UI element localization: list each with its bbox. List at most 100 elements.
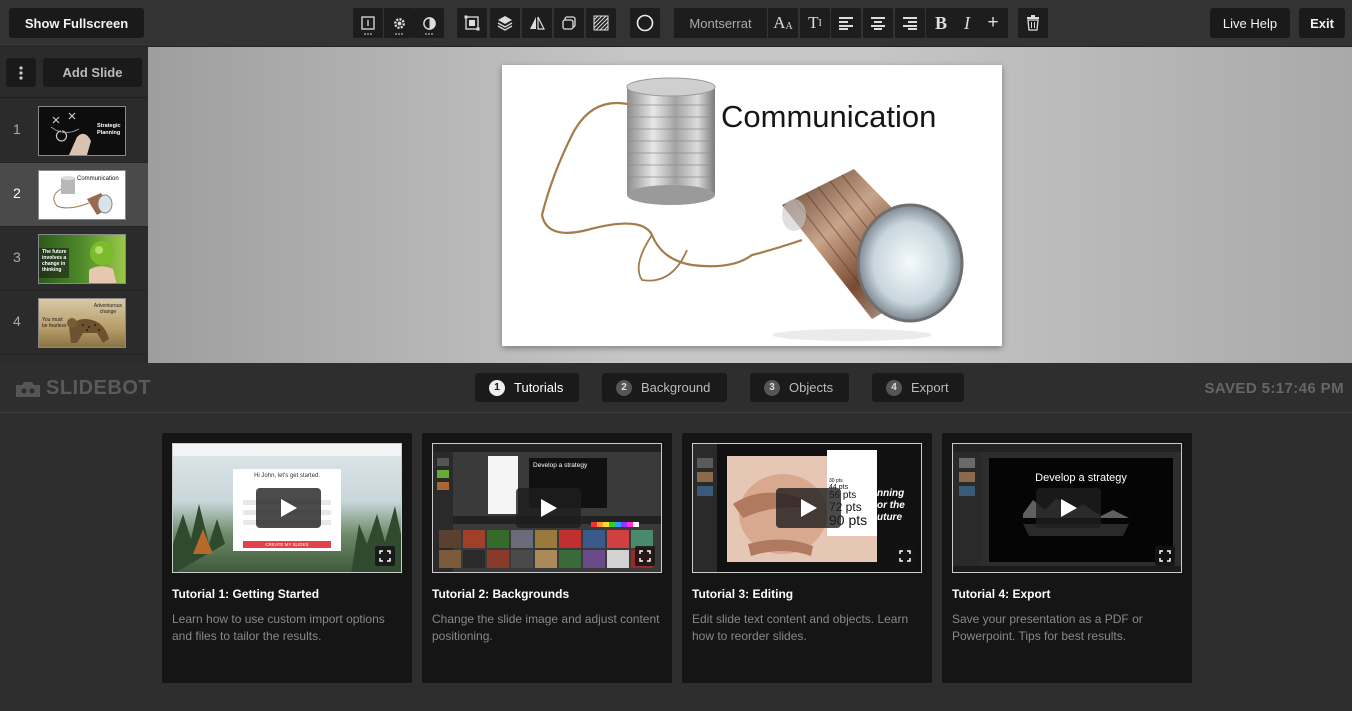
tab-tutorials[interactable]: 1 Tutorials xyxy=(475,373,579,402)
preview-heading: Develop a strategy xyxy=(1035,472,1127,484)
play-icon xyxy=(540,499,557,517)
slide-thumbnail: Strategic Planning xyxy=(38,106,126,156)
slide-thumb-caption: Strategic xyxy=(97,123,121,129)
slide-thumb-caption: Planning xyxy=(97,130,121,136)
slide-number: 2 xyxy=(13,185,21,201)
pattern-icon[interactable] xyxy=(586,8,616,38)
tab-label: Background xyxy=(641,380,711,395)
slide-canvas-area: Communication xyxy=(148,47,1352,363)
image-box-icon[interactable] xyxy=(457,8,487,38)
add-slide-button[interactable]: Add Slide xyxy=(43,58,142,87)
slide-thumb-caption: Communication xyxy=(77,176,119,182)
play-button[interactable] xyxy=(1036,488,1101,528)
vertical-dots-icon xyxy=(19,65,23,80)
tab-number: 3 xyxy=(764,379,780,396)
slide-thumb-caption: be fearless xyxy=(42,323,67,329)
slide-list-panel: Add Slide 1 Strategic Planning 2 Communi… xyxy=(0,47,148,363)
slide-menu-button[interactable] xyxy=(6,58,36,87)
preview-heading: Develop a strategy xyxy=(533,462,588,469)
tab-background[interactable]: 2 Background xyxy=(602,373,727,402)
circle-shape-icon[interactable] xyxy=(630,8,660,38)
tutorial-title: Tutorial 3: Editing xyxy=(692,587,794,601)
play-icon xyxy=(800,499,817,517)
robot-logo-icon xyxy=(16,381,40,397)
slide-panel-header: Add Slide xyxy=(0,47,148,98)
preview-slide-text: uture xyxy=(877,512,902,523)
trash-icon[interactable] xyxy=(1018,8,1048,38)
tutorial-video-thumbnail[interactable]: 30 pts 44 pts 56 pts 72 pts 90 pts nning… xyxy=(692,443,922,573)
font-family-select[interactable]: Montserrat xyxy=(674,8,767,38)
saved-status: SAVED 5:17:46 PM xyxy=(1204,380,1344,397)
play-button[interactable] xyxy=(256,488,321,528)
settings-gear-icon[interactable] xyxy=(384,8,414,38)
slide-thumbnail: The future involves a change in thinking xyxy=(38,234,126,284)
tutorial-title: Tutorial 4: Export xyxy=(952,587,1051,601)
slide-number: 3 xyxy=(13,249,21,265)
contrast-icon[interactable] xyxy=(414,8,444,38)
bottom-tab-bar: SLIDEBOT 1 Tutorials 2 Background 3 Obje… xyxy=(0,363,1352,413)
slide-thumb-caption: change xyxy=(99,309,117,315)
preview-button-text: CREATE MY SLIDES xyxy=(265,542,309,547)
flip-icon[interactable] xyxy=(522,8,552,38)
tutorial-title: Tutorial 1: Getting Started xyxy=(172,587,320,601)
tab-label: Tutorials xyxy=(514,380,564,395)
tab-objects[interactable]: 3 Objects xyxy=(750,373,849,402)
show-fullscreen-button[interactable]: Show Fullscreen xyxy=(9,8,144,38)
tutorial-video-thumbnail[interactable]: Hi John, let's get started. CREATE MY SL… xyxy=(172,443,402,573)
text-height-icon[interactable]: TI xyxy=(800,8,830,38)
text-height-glyph: T xyxy=(808,13,819,32)
font-size-icon[interactable]: AA xyxy=(768,8,798,38)
slide-list-item[interactable]: 3 The future involves a change in thinki… xyxy=(0,227,148,291)
tutorial-video-thumbnail[interactable]: Develop a strategy xyxy=(432,443,662,573)
expand-icon[interactable] xyxy=(375,546,395,566)
tab-label: Objects xyxy=(789,380,834,395)
align-center-icon[interactable] xyxy=(863,8,893,38)
tutorial-card[interactable]: 30 pts 44 pts 56 pts 72 pts 90 pts nning… xyxy=(682,433,932,683)
tutorial-video-thumbnail[interactable]: Develop a strategy xyxy=(952,443,1182,573)
expand-icon[interactable] xyxy=(635,546,655,566)
text-box-icon[interactable] xyxy=(353,8,383,38)
expand-icon[interactable] xyxy=(1155,546,1175,566)
slide-number: 1 xyxy=(13,121,21,137)
preview-slide-text: nning xyxy=(877,488,905,499)
tutorial-description: Save your presentation as a PDF or Power… xyxy=(952,612,1143,643)
tutorial-description: Edit slide text content and objects. Lea… xyxy=(692,612,909,643)
slide-list-item[interactable]: 1 Strategic Planning xyxy=(0,99,148,163)
tutorial-title: Tutorial 2: Backgrounds xyxy=(432,587,570,601)
tutorial-card[interactable]: Develop a strategy Tutorial 2: Backgroun… xyxy=(422,433,672,683)
tab-label: Export xyxy=(911,380,949,395)
play-button[interactable] xyxy=(776,488,841,528)
slide-list-item-active[interactable]: 2 Communication xyxy=(0,163,148,227)
font-size-glyph: A xyxy=(773,13,786,32)
tutorial-card[interactable]: Hi John, let's get started. CREATE MY SL… xyxy=(162,433,412,683)
slide-list-item[interactable]: 4 Adventurous change You must be fearles… xyxy=(0,291,148,355)
slide-thumb-caption: thinking xyxy=(42,267,62,273)
slide-number: 4 xyxy=(13,313,21,329)
play-icon xyxy=(280,499,297,517)
slidebot-logo: SLIDEBOT xyxy=(15,377,151,400)
tutorials-panel: Hi John, let's get started. CREATE MY SL… xyxy=(0,413,1352,711)
live-help-button[interactable]: Live Help xyxy=(1210,8,1290,38)
tutorial-description: Learn how to use custom import options a… xyxy=(172,612,385,643)
align-left-icon[interactable] xyxy=(831,8,861,38)
play-button[interactable] xyxy=(516,488,581,528)
expand-icon[interactable] xyxy=(895,546,915,566)
preview-heading: Hi John, let's get started. xyxy=(254,473,320,479)
exit-button[interactable]: Exit xyxy=(1299,8,1345,38)
tab-number: 4 xyxy=(886,379,902,396)
align-right-icon[interactable] xyxy=(895,8,925,38)
layers-icon[interactable] xyxy=(490,8,520,38)
top-toolbar: Show Fullscreen Montserrat AA TI B I + L… xyxy=(0,0,1352,47)
logo-text: SLIDEBOT xyxy=(46,377,152,399)
tab-export[interactable]: 4 Export xyxy=(872,373,964,402)
preview-slide-text: or the xyxy=(877,500,905,511)
tutorial-card[interactable]: Develop a strategy Tutorial 4: Export Sa… xyxy=(942,433,1192,683)
arrange-icon[interactable] xyxy=(554,8,584,38)
tab-number: 1 xyxy=(489,379,505,396)
slide-thumbnail: Communication xyxy=(38,170,126,220)
plus-icon[interactable]: + xyxy=(978,8,1008,38)
play-icon xyxy=(1060,499,1077,517)
slide-title-text[interactable]: Communication xyxy=(721,99,936,135)
current-slide[interactable]: Communication xyxy=(502,65,1002,346)
tab-number: 2 xyxy=(616,379,632,396)
